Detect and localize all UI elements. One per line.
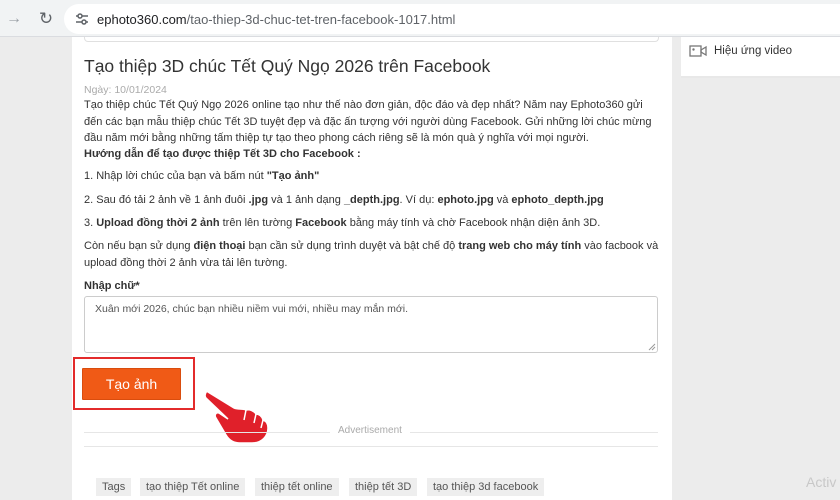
step-1: 1. Nhập lời chúc của bạn và bấm nút "Tạo…	[84, 168, 664, 185]
step-3-a: 3.	[84, 217, 97, 229]
video-icon	[689, 45, 707, 57]
step-2-f: ephoto.jpg	[437, 194, 494, 206]
ad-label: Advertisement	[330, 425, 410, 436]
tags-divider	[84, 446, 658, 447]
mobile-d: trang web cho máy tính	[458, 240, 582, 252]
step-3-e: bằng máy tính và chờ Facebook nhận diện …	[346, 217, 601, 229]
step-3: 3. Upload đồng thời 2 ảnh trên lên tường…	[84, 215, 664, 232]
arrow-right-icon[interactable]: →	[2, 7, 26, 31]
resize-grip-icon[interactable]	[648, 343, 656, 351]
page-title: Tạo thiệp 3D chúc Tết Quý Ngọ 2026 trên …	[84, 56, 491, 76]
step-2: 2. Sau đó tải 2 ảnh về 1 ảnh đuôi .jpg v…	[84, 192, 664, 209]
step-2-h: ephoto_depth.jpg	[511, 194, 604, 206]
site-info-icon[interactable]	[74, 11, 90, 27]
step-2-g: và	[493, 194, 512, 206]
address-bar[interactable]: ephoto360.com/tao-thiep-3d-chuc-tet-tren…	[64, 4, 840, 34]
article-date: Ngày: 10/01/2024	[84, 84, 167, 96]
mobile-c: bạn cần sử dụng trình duyệt và bật chế đ…	[245, 240, 459, 252]
sidebar-video-link[interactable]: Hiệu ứng video	[714, 45, 792, 57]
mobile-note: Còn nếu bạn sử dụng điện thoại bạn cần s…	[84, 238, 664, 271]
step-2-e: . Ví dụ:	[399, 194, 438, 206]
step-3-c: trên lên tường	[219, 217, 296, 229]
pointing-hand-icon	[204, 390, 269, 444]
greeting-textarea[interactable]: Xuân mới 2026, chúc bạn nhiều niềm vui m…	[84, 296, 658, 353]
article-intro: Tạo thiệp chúc Tết Quý Ngọ 2026 online t…	[84, 99, 652, 144]
content-top-strip	[84, 37, 659, 42]
step-1-text: 1. Nhập lời chúc của bạn và bấm nút	[84, 170, 267, 182]
create-image-button[interactable]: Tạo ảnh	[82, 368, 181, 400]
guide-heading: Hướng dẫn để tạo được thiệp Tết 3D cho F…	[84, 148, 361, 160]
step-2-b: .jpg	[248, 194, 269, 206]
text-input-label: Nhập chữ*	[84, 280, 140, 292]
tag-item[interactable]: thiệp tết 3D	[349, 478, 418, 496]
mobile-a: Còn nếu bạn sử dụng	[84, 240, 194, 252]
sidebar-divider	[681, 77, 840, 78]
step-2-c: và 1 ảnh dạng	[268, 194, 344, 206]
url-path: /tao-thiep-3d-chuc-tet-tren-facebook-101…	[186, 12, 456, 27]
browser-toolbar: → ↻ ephoto360.com/tao-thiep-3d-chuc-tet-…	[0, 0, 840, 37]
tags-label: Tags	[96, 478, 132, 496]
url-text: ephoto360.com/tao-thiep-3d-chuc-tet-tren…	[97, 12, 455, 27]
activation-watermark: Activ	[806, 474, 837, 490]
step-2-a: 2. Sau đó tải 2 ảnh về 1 ảnh đuôi	[84, 194, 249, 206]
step-3-d: Facebook	[295, 217, 347, 229]
step-1-bold: "Tạo ảnh"	[266, 170, 320, 182]
reload-icon[interactable]: ↻	[34, 7, 58, 31]
tag-item[interactable]: tạo thiệp 3d facebook	[427, 478, 545, 496]
mobile-b: điện thoại	[193, 240, 246, 252]
tag-item[interactable]: tạo thiệp Tết online	[140, 478, 246, 496]
tag-item[interactable]: thiệp tết online	[255, 478, 339, 496]
step-3-b: Upload đồng thời 2 ảnh	[96, 217, 220, 229]
url-host: ephoto360.com	[97, 12, 187, 27]
step-2-d: _depth.jpg	[343, 194, 400, 206]
